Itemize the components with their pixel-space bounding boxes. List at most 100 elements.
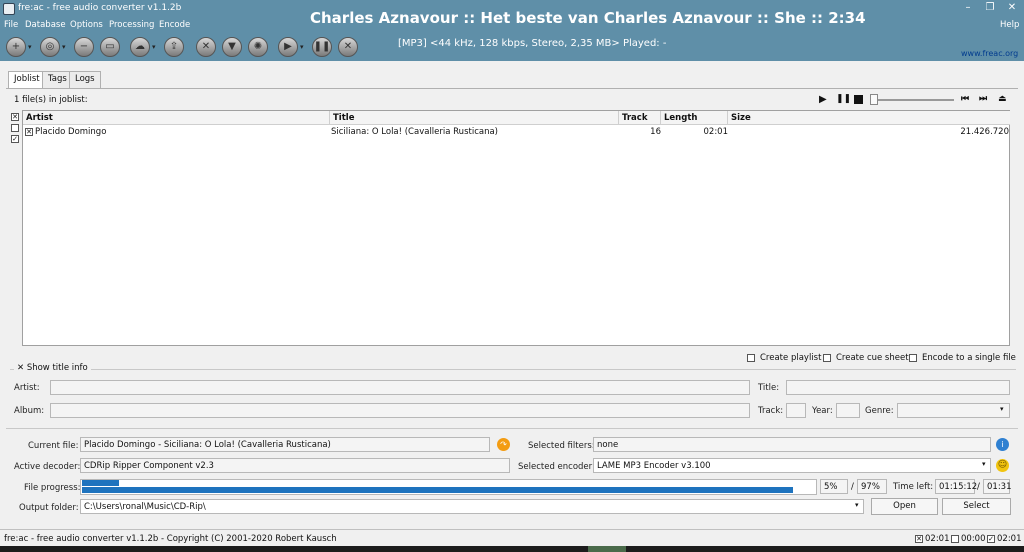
joblist-table: Artist Title Track Length Size ✕ Placido… (22, 110, 1010, 346)
chevron-down-icon[interactable]: ▾ (28, 43, 32, 51)
chevron-down-icon[interactable]: ▾ (300, 43, 304, 51)
selected-encoder-label: Selected encoder: (518, 462, 595, 472)
open-button[interactable]: Open (871, 498, 938, 515)
tab-joblist[interactable]: Joblist (8, 71, 46, 89)
year-label: Year: (812, 406, 833, 416)
settings-icon[interactable]: ✕ (196, 37, 216, 57)
play-icon[interactable]: ▶ (819, 94, 827, 105)
column-size[interactable]: Size (728, 111, 1010, 125)
info-icon[interactable]: i (996, 438, 1009, 451)
trash-icon[interactable]: ▭ (100, 37, 120, 57)
active-decoder-field: CDRip Ripper Component v2.3 (80, 458, 510, 473)
stop-icon[interactable]: ✕ (338, 37, 358, 57)
divider (6, 428, 1018, 429)
artist-field[interactable] (50, 380, 750, 395)
progress-container (80, 479, 817, 495)
checked-total: 02:01 (997, 534, 1022, 544)
title-field[interactable] (786, 380, 1010, 395)
menu-help[interactable]: Help (1000, 20, 1019, 30)
close-icon[interactable]: ✕ (1004, 0, 1020, 16)
pause-icon[interactable]: ❚❚ (836, 94, 851, 104)
row-checkbox[interactable]: ✕ (25, 128, 33, 136)
uncheck-all-icon[interactable] (11, 124, 19, 132)
create-playlist-checkbox[interactable] (747, 354, 755, 362)
current-file-label: Current file: (28, 441, 79, 451)
chevron-down-icon[interactable]: ▾ (1000, 405, 1004, 413)
skip-icon[interactable]: ↷ (497, 438, 510, 451)
next-icon[interactable]: ⏭ (979, 94, 987, 104)
divider (10, 369, 1016, 370)
total-progress-percent: 97% (857, 479, 887, 494)
chevron-down-icon[interactable]: ▾ (62, 43, 66, 51)
selected-encoder-select[interactable]: LAME MP3 Encoder v3.100 (593, 458, 991, 473)
menu-file[interactable]: File (4, 20, 18, 30)
smiley-icon[interactable]: ☺ (996, 459, 1009, 472)
seek-slider[interactable] (872, 99, 954, 101)
track-info: [MP3] <44 kHz, 128 kbps, Stereo, 2,35 MB… (398, 38, 667, 49)
table-row[interactable]: ✕ Placido Domingo Siciliana: O Lola! (Ca… (23, 126, 1009, 139)
selected-filters-field: none (593, 437, 991, 452)
track-label: Track: (758, 406, 784, 416)
cddb-query-icon[interactable]: ☁ (130, 37, 150, 57)
play-icon[interactable]: ▶ (278, 37, 298, 57)
show-title-info-toggle[interactable]: ✕ Show title info (14, 363, 91, 373)
check-all-icon[interactable]: ✕ (11, 113, 19, 121)
output-folder-label: Output folder: (19, 503, 79, 513)
stop-icon[interactable] (854, 95, 863, 104)
website-link[interactable]: www.freac.org (961, 49, 1018, 58)
window-title: fre:ac - free audio converter v1.1.2b (18, 3, 182, 13)
genre-select[interactable] (897, 403, 1010, 418)
menu-processing[interactable]: Processing (109, 20, 154, 30)
toggle-checks-icon[interactable]: ✓ (11, 135, 19, 143)
chevron-down-icon[interactable]: ▾ (855, 501, 859, 509)
select-button[interactable]: Select (942, 498, 1011, 515)
previous-icon[interactable]: ⏮ (961, 94, 969, 104)
track-field[interactable] (786, 403, 806, 418)
remove-icon[interactable]: − (74, 37, 94, 57)
total-progress-bar (82, 487, 815, 493)
close-icon: ✕ (17, 363, 25, 373)
column-artist[interactable]: Artist (23, 111, 330, 125)
album-field[interactable] (50, 403, 750, 418)
album-label: Album: (14, 406, 45, 416)
year-field[interactable] (836, 403, 860, 418)
row-length: 02:01 (703, 127, 729, 137)
filter-icon[interactable]: ▼ (222, 37, 242, 57)
create-playlist-label: Create playlist (760, 353, 822, 363)
add-disc-icon[interactable]: ◎ (40, 37, 60, 57)
cddb-submit-icon[interactable]: ⇪ (164, 37, 184, 57)
time-left-field: 01:15:12 (935, 479, 977, 494)
menu-options[interactable]: Options (70, 20, 103, 30)
column-length[interactable]: Length (661, 111, 728, 125)
menu-encode[interactable]: Encode (159, 20, 190, 30)
separator-slash: / (977, 482, 980, 492)
minimize-icon[interactable]: – (960, 0, 976, 16)
row-size: 21.426.720 (960, 127, 1009, 137)
restore-icon[interactable]: ❐ (982, 0, 998, 16)
file-progress-percent: 5% (820, 479, 848, 494)
active-decoder-label: Active decoder: (14, 462, 81, 472)
menu-database[interactable]: Database (25, 20, 66, 30)
pause-icon[interactable]: ❚❚ (312, 37, 332, 57)
output-folder-select[interactable]: C:\Users\ronal\Music\CD-Rip\ (80, 499, 864, 514)
tab-logs[interactable]: Logs (69, 71, 101, 88)
add-files-icon[interactable]: + (6, 37, 26, 57)
create-cue-sheet-label: Create cue sheet (836, 353, 909, 363)
create-cue-sheet-checkbox[interactable] (823, 354, 831, 362)
chevron-down-icon[interactable]: ▾ (982, 460, 986, 468)
gear-icon[interactable]: ✺ (248, 37, 268, 57)
taskbar-app-button[interactable] (588, 546, 626, 552)
status-text: fre:ac - free audio converter v1.1.2b - … (4, 534, 337, 544)
chevron-down-icon[interactable]: ▾ (152, 43, 156, 51)
eject-icon[interactable]: ⏏ (998, 94, 1007, 104)
title-label: Title: (758, 383, 780, 393)
total-progress-fill (82, 487, 793, 493)
encode-single-file-checkbox[interactable] (909, 354, 917, 362)
column-track[interactable]: Track (619, 111, 661, 125)
file-progress-fill (82, 480, 119, 486)
status-bar: fre:ac - free audio converter v1.1.2b - … (0, 529, 1024, 546)
selected-filters-label: Selected filters: (528, 441, 595, 451)
seek-handle[interactable] (870, 94, 878, 105)
genre-label: Genre: (865, 406, 894, 416)
column-title[interactable]: Title (330, 111, 619, 125)
